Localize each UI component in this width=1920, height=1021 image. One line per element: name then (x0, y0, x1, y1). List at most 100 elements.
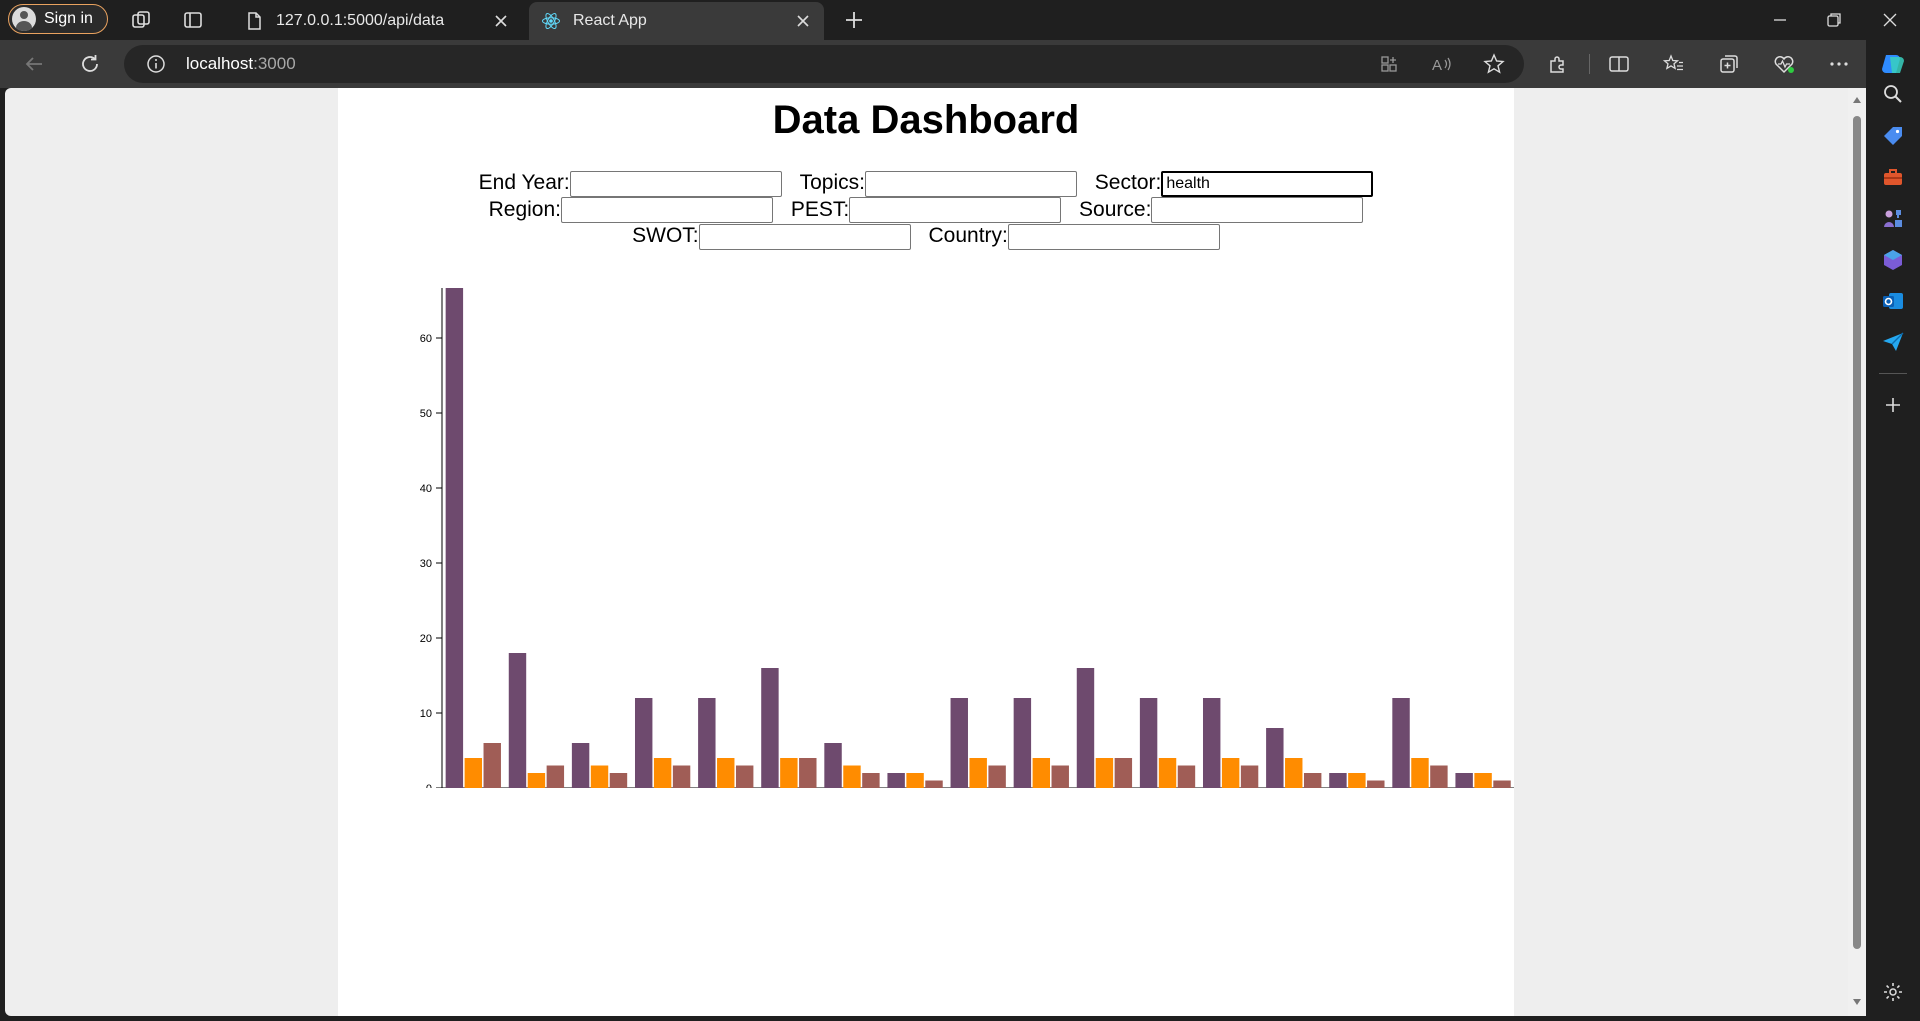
bar-likelihood (1032, 758, 1051, 788)
sign-in-label: Sign in (44, 10, 93, 27)
source-input[interactable] (1151, 197, 1364, 223)
pest-label: PEST: (790, 197, 850, 221)
bar-relevance (925, 780, 943, 788)
shopping-tag-icon[interactable] (1881, 124, 1905, 148)
close-tab-icon[interactable] (794, 12, 812, 30)
topics-input[interactable] (864, 170, 1077, 197)
bar-relevance (1493, 780, 1511, 788)
address-bar[interactable]: localhost:3000 A (124, 45, 1524, 83)
sidebar-settings-icon[interactable] (1881, 980, 1905, 1004)
read-aloud-icon[interactable]: A (1431, 54, 1453, 74)
svg-text:A: A (1432, 57, 1442, 74)
sector-input[interactable] (1161, 170, 1374, 197)
end-year-input[interactable] (569, 170, 782, 197)
filter-source: Source: (1079, 197, 1364, 223)
topics-label: Topics: (799, 171, 865, 194)
bar-intensity (1455, 773, 1473, 788)
collections-icon[interactable] (1717, 52, 1741, 76)
extensions-icon[interactable] (1546, 52, 1570, 76)
favorites-icon[interactable] (1662, 52, 1686, 76)
tab-api-data[interactable]: 127.0.0.1:5000/api/data (232, 2, 522, 40)
dashboard-page: Data Dashboard End Year: Topics: Sector:… (338, 88, 1514, 1016)
split-screen-icon[interactable] (1607, 52, 1631, 76)
bar-chart: 0102030405060708066736673667366736673667… (420, 288, 1514, 788)
bar-likelihood (1158, 758, 1177, 788)
edge-sidebar (1866, 40, 1920, 1021)
bar-relevance (988, 765, 1006, 788)
tab-actions-icon[interactable] (181, 8, 205, 32)
bar-likelihood (464, 758, 483, 788)
scroll-down-arrow-icon[interactable] (1852, 998, 1862, 1006)
filter-country: Country: (928, 223, 1220, 250)
scroll-thumb[interactable] (1853, 116, 1861, 949)
y-tick-label: 50 (420, 408, 432, 420)
swot-input[interactable] (698, 223, 911, 250)
bar-intensity (1076, 668, 1095, 788)
url-text[interactable]: localhost:3000 (186, 54, 296, 74)
bar-intensity (634, 698, 653, 788)
bar-likelihood (1095, 758, 1114, 788)
bar-likelihood (527, 773, 546, 788)
country-input[interactable] (1007, 223, 1220, 250)
add-sidebar-app-icon[interactable] (1881, 393, 1905, 417)
bar-intensity (950, 698, 968, 788)
new-tab-icon[interactable] (842, 8, 866, 32)
bar-intensity (1202, 698, 1221, 788)
tab-title: 127.0.0.1:5000/api/data (276, 12, 445, 29)
games-icon[interactable] (1881, 206, 1905, 230)
browser-toolbar: localhost:3000 A (0, 40, 1920, 88)
workspaces-icon[interactable] (129, 8, 153, 32)
app-available-icon[interactable] (1379, 54, 1399, 74)
bar-likelihood (780, 758, 798, 788)
restore-icon[interactable] (1822, 8, 1846, 32)
filter-pest: PEST: (790, 197, 1062, 223)
browser-essentials-icon[interactable] (1772, 52, 1796, 76)
microsoft-365-icon[interactable] (1881, 248, 1905, 272)
pest-input[interactable] (849, 197, 1062, 223)
bar-likelihood (969, 758, 987, 788)
filter-region: Region: (489, 197, 773, 223)
bar-intensity (1329, 773, 1347, 788)
url-port: :3000 (253, 54, 296, 73)
page-viewport: Data Dashboard End Year: Topics: Sector:… (5, 88, 1848, 1016)
y-tick-label: 10 (420, 708, 432, 720)
scroll-up-arrow-icon[interactable] (1852, 96, 1862, 104)
copilot-icon[interactable] (1878, 49, 1908, 79)
bar-relevance (862, 773, 880, 788)
page-scrollbar[interactable] (1848, 88, 1866, 1016)
favorite-star-icon[interactable] (1483, 53, 1505, 75)
bar-likelihood (653, 758, 672, 788)
tools-briefcase-icon[interactable] (1881, 165, 1905, 189)
bar-relevance (672, 765, 691, 788)
swot-label: SWOT: (632, 224, 699, 247)
sign-in-button[interactable]: Sign in (8, 4, 108, 34)
bar-intensity (1266, 728, 1284, 788)
bar-likelihood (1285, 758, 1303, 788)
bar-likelihood (1348, 773, 1366, 788)
bar-relevance (483, 743, 501, 788)
bar-relevance (1367, 780, 1385, 788)
url-host: localhost (186, 54, 254, 73)
bar-intensity (698, 698, 716, 788)
site-info-icon[interactable] (146, 54, 166, 74)
filter-form: End Year: Topics: Sector: Region: PEST: … (378, 170, 1474, 250)
country-label: Country: (928, 224, 1008, 247)
bar-likelihood (1221, 758, 1240, 788)
close-tab-icon[interactable] (492, 12, 510, 30)
bar-relevance (735, 765, 754, 788)
tab-react-app[interactable]: React App (529, 2, 824, 40)
send-icon[interactable] (1881, 330, 1905, 354)
minimize-icon[interactable] (1768, 8, 1792, 32)
outlook-icon[interactable] (1881, 289, 1905, 313)
region-input[interactable] (560, 197, 773, 223)
bar-intensity (445, 288, 464, 788)
back-arrow-icon[interactable] (22, 52, 46, 76)
search-icon[interactable] (1881, 82, 1905, 106)
refresh-icon[interactable] (78, 52, 102, 76)
bar-intensity (887, 773, 905, 788)
more-options-icon[interactable] (1827, 52, 1851, 76)
bar-relevance (1051, 765, 1069, 788)
filter-swot: SWOT: (632, 223, 911, 250)
source-label: Source: (1079, 197, 1152, 221)
close-window-icon[interactable] (1878, 8, 1902, 32)
